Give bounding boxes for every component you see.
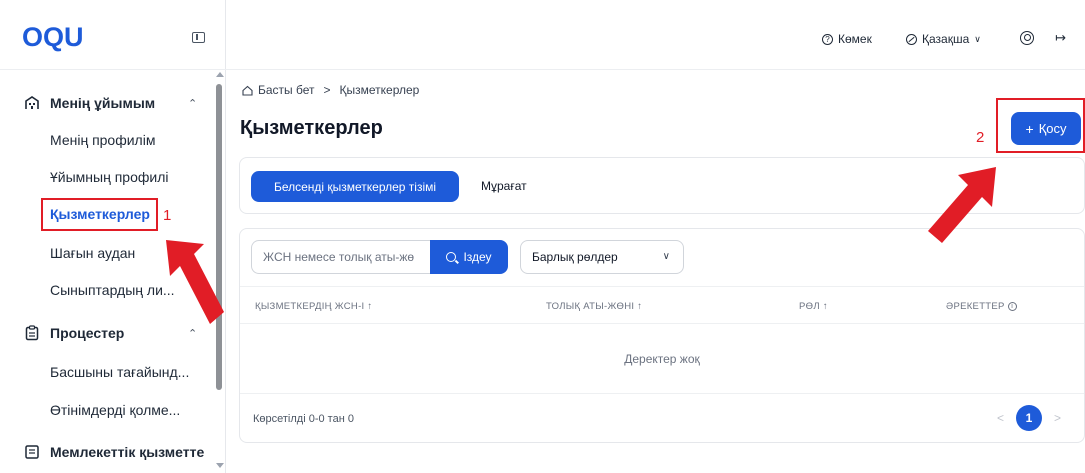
table-header: ҚЫЗМЕТКЕРДІҢ ЖСН-І ↑ ТОЛЫҚ АТЫ-ЖӨНІ ↑ РӨ…	[240, 286, 1084, 324]
logout-icon[interactable]: ↦	[1055, 30, 1066, 46]
column-header-role[interactable]: РӨЛ ↑	[799, 301, 828, 312]
sidebar-item-assign-head[interactable]: Басшыны тағайынд...	[50, 364, 189, 380]
sidebar-group-label: Мемлекеттік қызметте	[50, 444, 205, 460]
pagination-next-icon[interactable]: >	[1054, 411, 1061, 425]
pagination-prev-icon[interactable]: <	[997, 411, 1004, 425]
annotation-arrow-2	[928, 167, 996, 243]
column-header-full-name[interactable]: ТОЛЫҚ АТЫ-ЖӨНІ ↑	[546, 301, 642, 312]
empty-state: Деректер жоқ	[240, 324, 1084, 394]
breadcrumb-current: Қызметкерлер	[339, 83, 420, 97]
top-bar: ? Көмек Қазақша ∨ ↦	[226, 0, 1085, 70]
breadcrumb-separator-icon: >	[323, 83, 331, 97]
role-select-value: Барлық рөлдер	[532, 250, 618, 264]
user-icon[interactable]	[1020, 31, 1034, 45]
question-icon: ?	[822, 33, 833, 45]
annotation-arrow-1	[166, 240, 224, 324]
search-input[interactable]: ЖСН немесе толық аты-жө	[251, 240, 430, 274]
help-link[interactable]: ? Көмек	[822, 32, 872, 46]
clipboard-icon	[24, 325, 40, 341]
sidebar-group-label: Процестер	[50, 325, 125, 341]
search-button-label: Іздеу	[463, 250, 492, 264]
document-icon	[24, 444, 40, 460]
annotation-box-employees	[41, 198, 158, 231]
sort-arrow-icon: ↑	[637, 301, 643, 312]
globe-icon	[906, 33, 917, 45]
language-label: Қазақша	[922, 32, 970, 46]
column-header-actions: ӘРЕКЕТТЕР i	[946, 301, 1017, 312]
search-button[interactable]: Іздеу	[430, 240, 508, 274]
help-label: Көмек	[838, 32, 872, 46]
add-employee-button[interactable]: + Қосу	[1011, 112, 1081, 145]
employees-table-card: ЖСН немесе толық аты-жө Іздеу Барлық рөл…	[239, 228, 1085, 443]
scroll-up-icon[interactable]	[216, 72, 224, 77]
sidebar-item-microdistrict[interactable]: Шағын аудан	[50, 245, 135, 261]
info-icon: i	[1007, 301, 1017, 311]
page-title: Қызметкерлер	[240, 117, 383, 139]
plus-icon: +	[1025, 120, 1034, 137]
sidebar-item-requests[interactable]: Өтінімдерді қолме...	[50, 402, 180, 418]
tab-active-employees[interactable]: Белсенді қызметкерлер тізімі	[251, 171, 459, 202]
annotation-step-2: 2	[976, 129, 985, 146]
building-icon	[24, 95, 40, 111]
breadcrumb: Басты бет > Қызметкерлер	[242, 83, 419, 97]
sort-arrow-icon: ↑	[367, 301, 373, 312]
search-icon	[446, 252, 457, 262]
sort-arrow-icon: ↑	[822, 301, 828, 312]
column-header-iin[interactable]: ҚЫЗМЕТКЕРДІҢ ЖСН-І ↑	[255, 301, 372, 312]
pagination-summary: Көрсетілді 0-0 тан 0	[253, 413, 354, 425]
chevron-down-icon: ∨	[662, 251, 670, 262]
sidebar-group-my-organization[interactable]: Менің ұйымым	[24, 95, 155, 111]
app-window: OQU Менің ұйымым ⌃ Менің профилім Ұйымны…	[0, 0, 1085, 473]
pagination-page-1[interactable]: 1	[1016, 405, 1042, 431]
chevron-up-icon[interactable]: ⌃	[188, 97, 197, 110]
sidebar-collapse-icon[interactable]	[192, 32, 205, 43]
sidebar-item-class-limits[interactable]: Сыныптардың ли...	[50, 282, 175, 298]
add-button-label: Қосу	[1038, 121, 1067, 136]
chevron-down-icon: ∨	[974, 33, 981, 44]
sidebar-group-public-services[interactable]: Мемлекеттік қызметте	[24, 444, 204, 460]
home-icon[interactable]	[242, 85, 253, 96]
scroll-down-icon[interactable]	[216, 463, 224, 468]
logo-row: OQU	[0, 0, 226, 70]
annotation-step-1: 1	[163, 207, 172, 224]
oqu-logo[interactable]: OQU	[22, 22, 84, 53]
role-select[interactable]: Барлық рөлдер ∨	[520, 240, 684, 274]
language-select[interactable]: Қазақша ∨	[906, 32, 981, 46]
sidebar-item-org-profile[interactable]: Ұйымның профилі	[50, 169, 168, 185]
breadcrumb-home[interactable]: Басты бет	[258, 83, 315, 97]
tab-archive[interactable]: Мұрағат	[481, 179, 527, 193]
sidebar-group-processes[interactable]: Процестер	[24, 325, 124, 341]
sidebar-group-label: Менің ұйымым	[50, 95, 156, 111]
sidebar-item-my-profile[interactable]: Менің профилім	[50, 132, 155, 148]
